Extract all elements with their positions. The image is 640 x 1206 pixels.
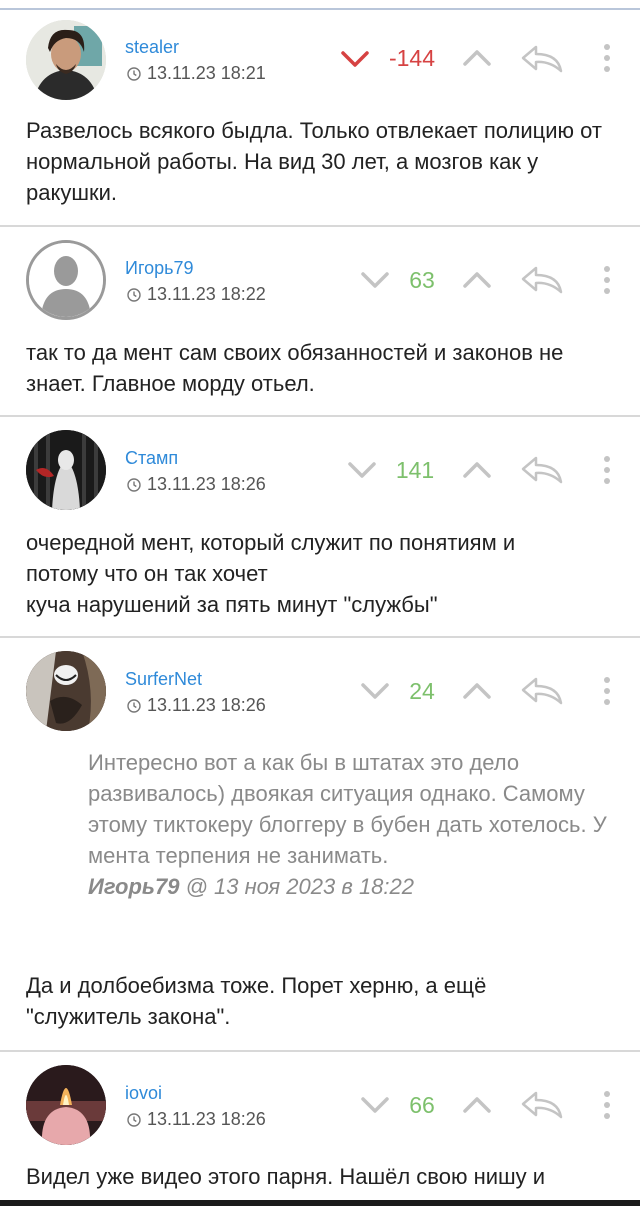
more-vertical-icon[interactable] [597, 675, 617, 707]
more-vertical-icon[interactable] [597, 264, 617, 296]
author-name[interactable]: stealer [125, 37, 179, 58]
avatar[interactable] [26, 430, 106, 510]
bottom-bar [0, 1200, 640, 1206]
quote-date: @ 13 ноя 2023 в 18:22 [179, 874, 415, 899]
author-name[interactable]: iovoi [125, 1083, 162, 1104]
comment-score: 66 [409, 1092, 435, 1118]
clock-icon [127, 66, 141, 81]
comment-score: 141 [395, 457, 435, 483]
quote-source: Игорь79 @ 13 ноя 2023 в 18:22 [88, 871, 608, 902]
reply-icon[interactable] [520, 265, 564, 295]
avatar[interactable] [26, 20, 106, 100]
chevron-down-icon[interactable] [340, 49, 370, 69]
reply-icon[interactable] [520, 455, 564, 485]
comment-date: 13.11.23 18:26 [127, 695, 266, 716]
divider [0, 225, 640, 227]
date-text: 13.11.23 18:26 [147, 695, 266, 715]
chevron-down-icon[interactable] [360, 1095, 390, 1115]
comment-date: 13.11.23 18:22 [127, 284, 266, 305]
chevron-up-icon[interactable] [462, 48, 492, 68]
comment-text: так то да мент сам своих обязанностей и … [26, 340, 564, 396]
text-line: куча нарушений за пять минут "службы" [26, 592, 438, 617]
avatar[interactable] [26, 651, 106, 731]
more-vertical-icon[interactable] [597, 1089, 617, 1121]
avatar[interactable] [26, 240, 106, 320]
clock-icon [127, 287, 141, 302]
divider [0, 1050, 640, 1052]
divider [0, 636, 640, 638]
date-text: 13.11.23 18:26 [147, 474, 266, 494]
comment-score: -144 [388, 45, 436, 71]
author-name[interactable]: SurferNet [125, 669, 202, 690]
quote-author-link[interactable]: Игорь79 [88, 874, 179, 899]
chevron-up-icon[interactable] [462, 1095, 492, 1115]
comment-score: 63 [409, 267, 435, 293]
comment-score: 24 [409, 678, 435, 704]
clock-icon [127, 1112, 141, 1127]
top-edge [0, 0, 640, 10]
comment-text: Да и долбоебизма тоже. Порет херню, а ещ… [26, 973, 487, 1029]
chevron-up-icon[interactable] [462, 270, 492, 290]
date-text: 13.11.23 18:22 [147, 284, 266, 304]
quoted-comment: Интересно вот а как бы в штатах это дело… [88, 747, 608, 902]
comment-text: очередной мент, который служит по поняти… [26, 527, 616, 620]
reply-icon[interactable] [520, 676, 564, 706]
comment-text: Развелось всякого быдла. Только отвлекае… [26, 118, 602, 205]
chevron-down-icon[interactable] [360, 270, 390, 290]
more-vertical-icon[interactable] [597, 454, 617, 486]
quote-text: Интересно вот а как бы в штатах это дело… [88, 750, 607, 868]
date-text: 13.11.23 18:21 [147, 63, 266, 83]
chevron-down-icon[interactable] [360, 681, 390, 701]
clock-icon [127, 698, 141, 713]
comment-date: 13.11.23 18:26 [127, 1109, 266, 1130]
comment-date: 13.11.23 18:26 [127, 474, 266, 495]
text-line: потому что он так хочет [26, 561, 268, 586]
author-name[interactable]: Игорь79 [125, 258, 194, 279]
reply-icon[interactable] [520, 1090, 564, 1120]
text-line: очередной мент, который служит по поняти… [26, 530, 516, 555]
clock-icon [127, 477, 141, 492]
more-vertical-icon[interactable] [597, 42, 617, 74]
comment-date: 13.11.23 18:21 [127, 63, 266, 84]
comment-text: Видел уже видео этого парня. Нашёл свою … [26, 1164, 546, 1189]
chevron-up-icon[interactable] [462, 460, 492, 480]
chevron-down-icon[interactable] [347, 460, 377, 480]
reply-icon[interactable] [520, 44, 564, 74]
divider [0, 415, 640, 417]
date-text: 13.11.23 18:26 [147, 1109, 266, 1129]
avatar[interactable] [26, 1065, 106, 1145]
author-name[interactable]: Стамп [125, 448, 178, 469]
chevron-up-icon[interactable] [462, 681, 492, 701]
